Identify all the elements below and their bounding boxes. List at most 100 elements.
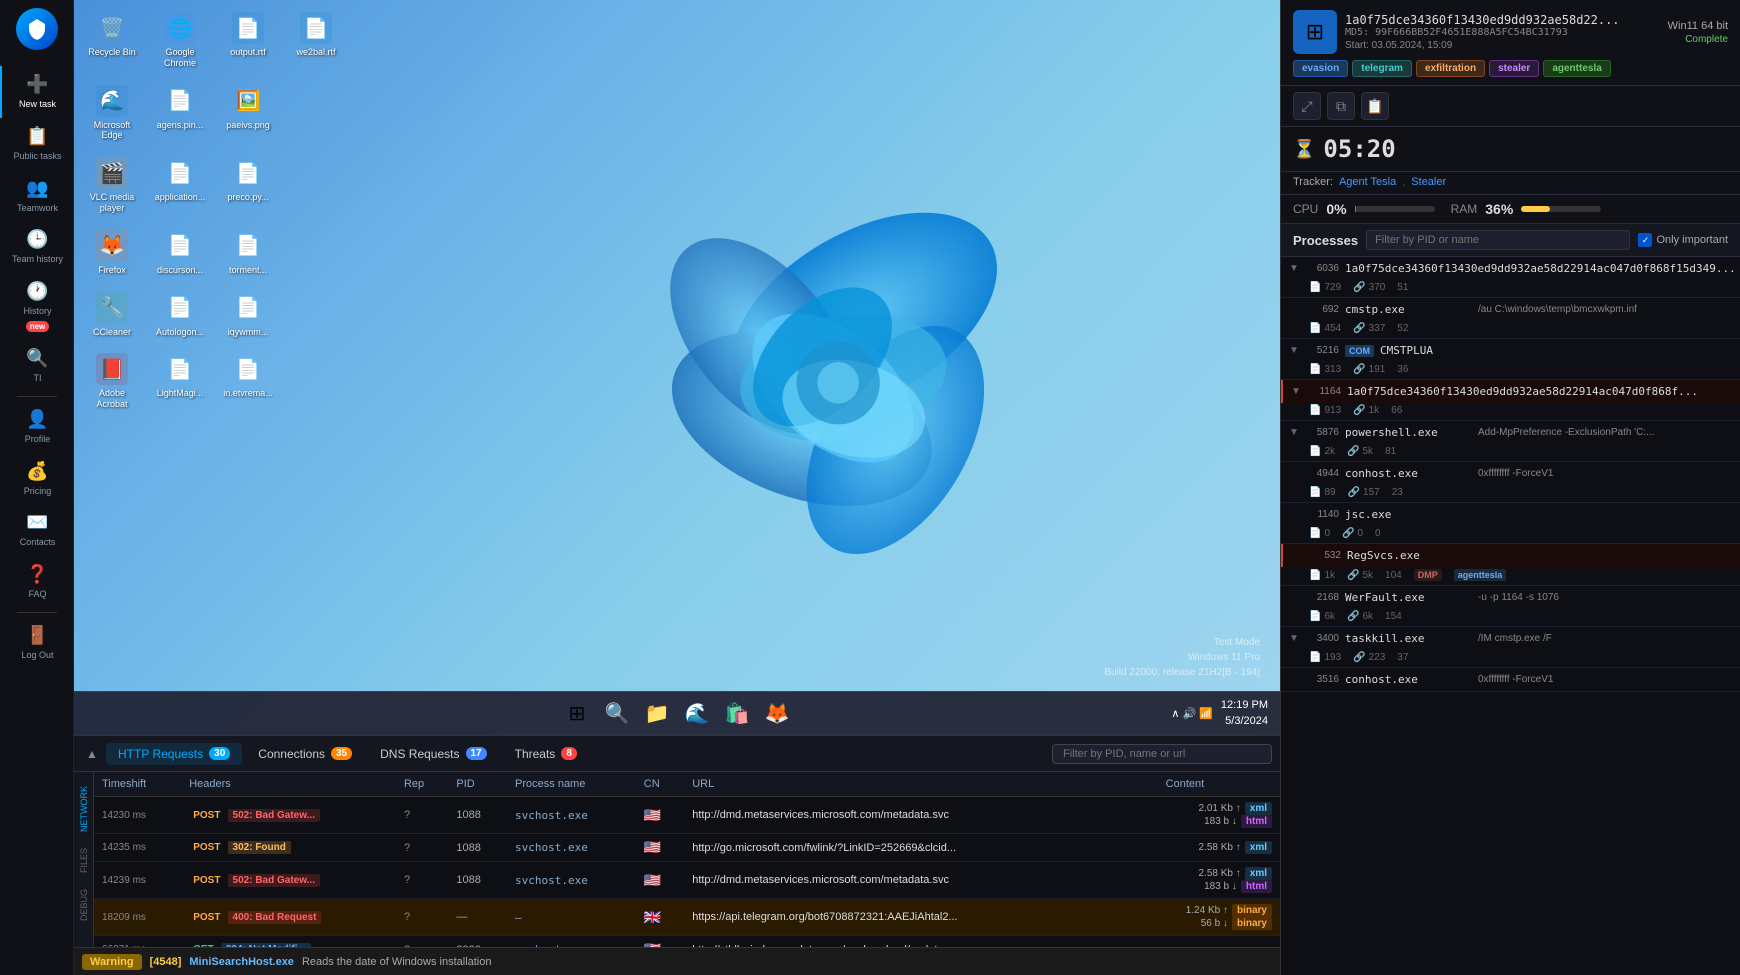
desktop-icon-torment[interactable]: 📄 torment...: [218, 226, 278, 280]
sidebar-item-faq[interactable]: ❓ FAQ: [0, 556, 73, 608]
process-row[interactable]: 2168 WerFault.exe -u -p 1164 -s 1076: [1281, 586, 1740, 609]
desktop-icon-iqywmm[interactable]: 📄 iqywmm...: [218, 288, 278, 342]
desktop-icon-we2bal[interactable]: 📄 we2bal.rtf: [286, 8, 346, 73]
cell-rep: ?: [396, 936, 448, 948]
sidebar-item-profile[interactable]: 👤 Profile: [0, 401, 73, 453]
process-item: 1140 jsc.exe 📄 0 🔗 0 0: [1281, 503, 1740, 544]
expand-icon[interactable]: ▼: [1291, 386, 1303, 397]
process-row[interactable]: ▼ 1164 1a0f75dce34360f13430ed9dd932ae58d…: [1281, 380, 1740, 403]
sidebar-item-team-history[interactable]: 🕒 Team history: [0, 221, 73, 273]
warning-label: Warning: [82, 954, 142, 970]
desktop-icon-inetvrema[interactable]: 📄 in.etvrema...: [218, 349, 278, 414]
desktop-icon-output-rtf[interactable]: 📄 output.rtf: [218, 8, 278, 73]
process-pid: 6036: [1307, 263, 1339, 274]
status-badge: 502: Bad Gatew...: [228, 809, 320, 822]
desktop-icon-edge[interactable]: 🌊 Microsoft Edge: [82, 81, 142, 146]
tag-agenttesla[interactable]: agenttesla: [1543, 60, 1610, 77]
process-row[interactable]: ▼ 3400 taskkill.exe /IM cmstp.exe /F: [1281, 627, 1740, 650]
cell-process: svchost.exe: [507, 936, 636, 948]
tab-dns-requests[interactable]: DNS Requests 17: [368, 743, 499, 765]
process-row[interactable]: ▼ 6036 1a0f75dce34360f13430ed9dd932ae58d…: [1281, 257, 1740, 280]
expand-icon[interactable]: ▼: [1289, 345, 1301, 356]
process-row[interactable]: 4944 conhost.exe 0xffffffff -ForceV1: [1281, 462, 1740, 485]
desktop-icon-discurson[interactable]: 📄 discurson...: [150, 226, 210, 280]
tab-connections[interactable]: Connections 35: [246, 743, 364, 765]
taskbar-icons-tray: ∧ 🔊 📶: [1171, 707, 1213, 720]
sidebar-item-new-task[interactable]: ➕ New task: [0, 66, 73, 118]
desktop-icon-paeivs[interactable]: 🖼️ paeivs.png: [218, 81, 278, 146]
sidebar-item-pricing[interactable]: 💰 Pricing: [0, 453, 73, 505]
desktop-icon-vlc[interactable]: 🎬 VLC media player: [82, 153, 142, 218]
table-row[interactable]: 66371 ms GET 304: Not Modifi... ? 2828 s…: [94, 936, 1280, 948]
process-row[interactable]: 692 cmstp.exe /au C:\windows\temp\bmcxwk…: [1281, 298, 1740, 321]
table-row[interactable]: 18209 ms POST 400: Bad Request ? — — 🇬🇧 …: [94, 899, 1280, 936]
process-row[interactable]: 3516 conhost.exe 0xffffffff -ForceV1: [1281, 668, 1740, 691]
table-row[interactable]: 14230 ms POST 502: Bad Gatew... ? 1088 s…: [94, 797, 1280, 834]
process-item: 4944 conhost.exe 0xffffffff -ForceV1 📄 8…: [1281, 462, 1740, 503]
side-tab-network[interactable]: NETWORK: [77, 780, 91, 838]
tag-evasion[interactable]: evasion: [1293, 60, 1348, 77]
app-logo[interactable]: [16, 8, 58, 50]
tab-filter-input[interactable]: [1052, 744, 1272, 764]
processes-filter-input[interactable]: [1366, 230, 1630, 250]
acrobat-icon: 📕: [96, 353, 128, 385]
table-row[interactable]: 14235 ms POST 302: Found ? 1088 svchost.…: [94, 834, 1280, 862]
sidebar-item-history[interactable]: 🕐 History new: [0, 273, 73, 340]
process-row[interactable]: ▼ 5216 COM CMSTPLUA: [1281, 339, 1740, 362]
dns-count-badge: 17: [466, 747, 487, 760]
only-important-toggle[interactable]: ✓ Only important: [1638, 233, 1728, 247]
side-tab-debug[interactable]: DEBUG: [77, 883, 91, 927]
faq-icon: ❓: [26, 564, 48, 585]
sidebar-item-logout[interactable]: 🚪 Log Out: [0, 617, 73, 669]
iqywmm-label: iqywmm...: [228, 327, 269, 338]
desktop-icon-application[interactable]: 📄 application...: [150, 153, 210, 218]
tracker-link-agenttesla[interactable]: Agent Tesla: [1339, 176, 1396, 188]
expand-icon[interactable]: ▼: [1289, 633, 1301, 644]
desktop-icon-ccleaner[interactable]: 🔧 CCleaner: [82, 288, 142, 342]
expand-icon[interactable]: ▼: [1289, 263, 1301, 274]
process-tag: DMP: [1414, 569, 1442, 581]
side-tab-files[interactable]: FILES: [77, 842, 91, 879]
process-row[interactable]: 1140 jsc.exe: [1281, 503, 1740, 526]
sidebar-item-contacts[interactable]: ✉️ Contacts: [0, 504, 73, 556]
sidebar-item-teamwork[interactable]: 👥 Teamwork: [0, 170, 73, 222]
taskbar-start-icon[interactable]: ⊞: [559, 696, 595, 732]
desktop-icon-lightmagi[interactable]: 📄 LightMagi...: [150, 349, 210, 414]
tag-telegram[interactable]: telegram: [1352, 60, 1412, 77]
only-important-checkbox[interactable]: ✓: [1638, 233, 1652, 247]
process-row[interactable]: 532 RegSvcs.exe: [1281, 544, 1740, 567]
taskbar-search-icon[interactable]: 🔍: [599, 696, 635, 732]
desktop-icon-autologon[interactable]: 📄 Autologon...: [150, 288, 210, 342]
tag-exfiltration[interactable]: exfiltration: [1416, 60, 1485, 77]
cell-timeshift: 14239 ms: [94, 862, 181, 899]
table-row[interactable]: 14239 ms POST 502: Bad Gatew... ? 1088 s…: [94, 862, 1280, 899]
collapse-button[interactable]: ▲: [82, 744, 102, 764]
pricing-icon: 💰: [26, 461, 48, 482]
desktop-icon-agenspin[interactable]: 📄 agens.pin...: [150, 81, 210, 146]
desktop-icon-acrobat[interactable]: 📕 Adobe Acrobat: [82, 349, 142, 414]
sidebar-item-ti[interactable]: 🔍 TI: [0, 340, 73, 392]
process-name: RegSvcs.exe: [1347, 549, 1732, 562]
taskbar-edge-icon[interactable]: 🌊: [679, 696, 715, 732]
tab-threats[interactable]: Threats 8: [503, 743, 589, 765]
process-pid: 5216: [1307, 345, 1339, 356]
resize-control-btn[interactable]: ⧉: [1327, 92, 1355, 120]
taskbar-firefox-icon[interactable]: 🦊: [759, 696, 795, 732]
process-stats: 📄 454 🔗 337 52: [1281, 321, 1740, 338]
desktop-icon-firefox[interactable]: 🦊 Firefox: [82, 226, 142, 280]
expand-icon[interactable]: ▼: [1289, 427, 1301, 438]
sidebar-item-public-tasks[interactable]: 📋 Public tasks: [0, 118, 73, 170]
desktop-icon-chrome[interactable]: 🌐 Google Chrome: [150, 8, 210, 73]
desktop-icon-recycle-bin[interactable]: 🗑️ Recycle Bin: [82, 8, 142, 73]
tag-stealer[interactable]: stealer: [1489, 60, 1539, 77]
process-stats: 📄 0 🔗 0 0: [1281, 526, 1740, 543]
taskbar-store-icon[interactable]: 🛍️: [719, 696, 755, 732]
tab-http-requests[interactable]: HTTP Requests 30: [106, 743, 242, 765]
process-row[interactable]: ▼ 5876 powershell.exe Add-MpPreference -…: [1281, 421, 1740, 444]
expand-control-btn[interactable]: ⤢: [1293, 92, 1321, 120]
copy-control-btn[interactable]: 📋: [1361, 92, 1389, 120]
os-watermark: Test Mode Windows 11 Pro Build 22000; re…: [1104, 635, 1260, 680]
desktop-icon-preco[interactable]: 📄 preco.py...: [218, 153, 278, 218]
taskbar-explorer-icon[interactable]: 📁: [639, 696, 675, 732]
tracker-link-stealer[interactable]: Stealer: [1411, 176, 1446, 188]
